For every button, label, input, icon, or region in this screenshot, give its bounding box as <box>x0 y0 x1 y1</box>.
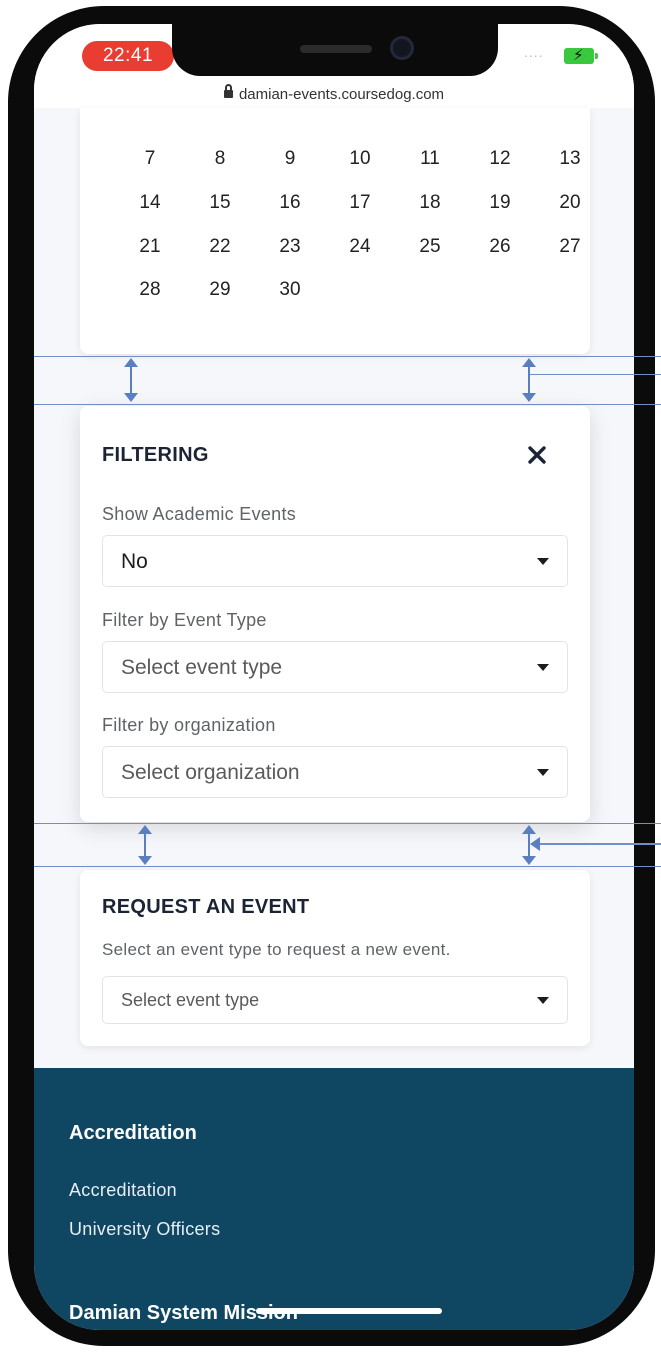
calendar-week-row: 14 15 16 17 18 19 20 <box>80 188 590 218</box>
calendar-day[interactable]: 26 <box>480 232 520 262</box>
organization-select[interactable]: Select organization <box>102 746 568 798</box>
chevron-down-icon <box>537 769 549 776</box>
calendar-day[interactable]: 30 <box>270 275 310 305</box>
calendar-day[interactable]: 13 <box>550 144 590 174</box>
notch <box>172 24 498 76</box>
site-footer: Accreditation Accreditation University O… <box>34 1068 634 1330</box>
academic-events-label: Show Academic Events <box>102 504 297 524</box>
home-indicator <box>256 1308 442 1314</box>
guide-line <box>540 843 661 845</box>
lock-icon <box>223 84 233 98</box>
request-event-card: REQUEST AN EVENT Select an event type to… <box>80 870 590 1046</box>
speaker-icon <box>300 45 372 53</box>
url-text: damian-events.coursedog.com <box>238 86 445 103</box>
event-type-label: Filter by Event Type <box>102 610 267 630</box>
guide-line <box>34 866 661 867</box>
filtering-card: FILTERING Show Academic Events No Filter… <box>80 406 590 822</box>
phone-screen: 22:41 .... ⚡ damian-events.coursedog.com… <box>34 24 634 1330</box>
calendar-day[interactable]: 17 <box>340 188 380 218</box>
calendar-day[interactable]: 9 <box>270 144 310 174</box>
event-type-select[interactable]: Select event type <box>102 641 568 693</box>
request-event-title: REQUEST AN EVENT <box>102 896 310 918</box>
request-event-description: Select an event type to request a new ev… <box>102 940 451 959</box>
calendar-day[interactable]: 21 <box>130 232 170 262</box>
academic-events-value: No <box>121 550 148 573</box>
calendar-day[interactable]: 11 <box>410 144 450 174</box>
footer-link-accreditation[interactable]: Accreditation <box>69 1180 177 1201</box>
academic-events-select[interactable]: No <box>102 535 568 587</box>
calendar-day[interactable]: 8 <box>200 144 240 174</box>
calendar-week-row: 7 8 9 10 11 12 13 <box>80 144 590 174</box>
calendar-week-row: 28 29 30 <box>80 275 590 305</box>
calendar-day[interactable]: 22 <box>200 232 240 262</box>
footer-heading-accreditation: Accreditation <box>69 1122 197 1144</box>
calendar-day[interactable]: 16 <box>270 188 310 218</box>
calendar-day[interactable]: 15 <box>200 188 240 218</box>
calendar-card: 7 8 9 10 11 12 13 14 15 16 17 18 19 20 21 22 23 24 25 26 27 2… <box>80 108 590 354</box>
calendar-day[interactable]: 19 <box>480 188 520 218</box>
calendar-day[interactable]: 25 <box>410 232 450 262</box>
address-bar[interactable]: damian-events.coursedog.com <box>34 84 634 103</box>
signal-icon: .... <box>524 44 544 60</box>
filtering-title: FILTERING <box>102 444 209 466</box>
calendar-day[interactable]: 23 <box>270 232 310 262</box>
calendar-day[interactable]: 7 <box>130 144 170 174</box>
guide-line <box>34 356 661 357</box>
charging-bolt-icon: ⚡ <box>573 47 584 64</box>
calendar-week-row: 21 22 23 24 25 26 27 <box>80 232 590 262</box>
status-bar: 22:41 .... ⚡ damian-events.coursedog.com <box>34 24 634 108</box>
spacing-arrow-icon <box>138 825 152 865</box>
spacing-arrow-icon <box>522 358 536 402</box>
calendar-day[interactable]: 28 <box>130 275 170 305</box>
calendar-day[interactable]: 18 <box>410 188 450 218</box>
status-time: 22:41 <box>82 41 174 71</box>
pointer-arrow-icon <box>530 837 540 851</box>
calendar-day[interactable]: 29 <box>200 275 240 305</box>
battery-charging-icon: ⚡ <box>564 47 598 64</box>
calendar-day[interactable]: 20 <box>550 188 590 218</box>
event-type-placeholder: Select event type <box>121 656 283 679</box>
chevron-down-icon <box>537 664 549 671</box>
request-event-type-placeholder: Select event type <box>121 990 260 1010</box>
chevron-down-icon <box>537 558 549 565</box>
spacing-arrow-icon <box>124 358 138 402</box>
request-event-type-select[interactable]: Select event type <box>102 976 568 1024</box>
calendar-day[interactable]: 27 <box>550 232 590 262</box>
camera-icon <box>390 36 414 60</box>
organization-label: Filter by organization <box>102 715 276 735</box>
footer-link-university-officers[interactable]: University Officers <box>69 1219 220 1240</box>
calendar-day[interactable]: 14 <box>130 188 170 218</box>
guide-line <box>34 823 661 824</box>
calendar-day[interactable]: 12 <box>480 144 520 174</box>
guide-line <box>530 374 661 375</box>
calendar-day[interactable]: 10 <box>340 144 380 174</box>
organization-placeholder: Select organization <box>121 761 300 784</box>
close-icon[interactable] <box>524 442 550 468</box>
chevron-down-icon <box>537 997 549 1004</box>
guide-line <box>34 404 661 405</box>
calendar-day[interactable]: 24 <box>340 232 380 262</box>
